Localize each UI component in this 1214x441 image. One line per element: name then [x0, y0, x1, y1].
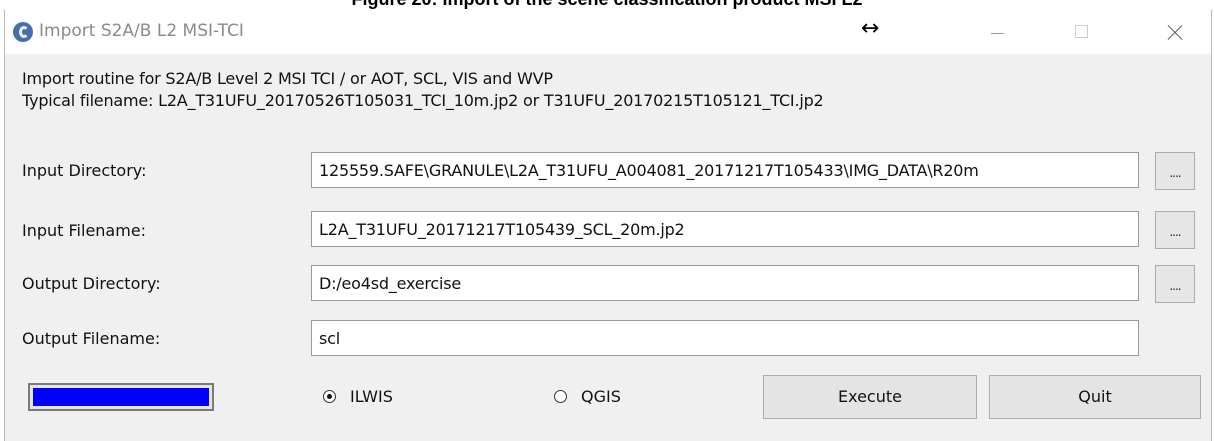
output-directory-field[interactable]: D:/eo4sd_exercise: [311, 265, 1139, 301]
maximize-button[interactable]: [1051, 10, 1111, 54]
radio-option-qgis[interactable]: QGIS: [554, 387, 621, 406]
input-directory-field[interactable]: 125559.SAFE\GRANULE\L2A_T31UFU_A004081_2…: [311, 152, 1139, 188]
progress-fill: [33, 388, 209, 406]
title-bar[interactable]: Import S2A/B L2 MSI-TCI ↔: [5, 10, 1211, 54]
input-filename-browse-button[interactable]: ....: [1155, 211, 1195, 249]
output-filename-label: Output Filename:: [22, 329, 161, 348]
radio-option-ilwis[interactable]: ILWIS: [323, 387, 393, 406]
minimize-button[interactable]: [967, 10, 1027, 54]
output-filename-field[interactable]: scl: [311, 320, 1139, 356]
output-directory-browse-button[interactable]: ....: [1155, 265, 1195, 303]
execute-button[interactable]: Execute: [763, 375, 977, 419]
output-directory-label: Output Directory:: [22, 274, 161, 293]
qgis-radio-button[interactable]: [554, 390, 567, 403]
app-logo-icon: [13, 22, 33, 42]
import-dialog: Import S2A/B L2 MSI-TCI ↔ Import routine…: [4, 10, 1212, 441]
description-line-2: Typical filename: L2A_T31UFU_20170526T10…: [22, 91, 824, 110]
close-button[interactable]: [1145, 10, 1205, 54]
ilwis-radio-label: ILWIS: [350, 387, 393, 406]
input-filename-label: Input Filename:: [22, 221, 147, 240]
input-directory-browse-button[interactable]: ....: [1155, 152, 1195, 190]
window-title: Import S2A/B L2 MSI-TCI: [39, 21, 244, 41]
ilwis-radio-button[interactable]: [323, 390, 336, 403]
input-filename-field[interactable]: L2A_T31UFU_20171217T105439_SCL_20m.jp2: [311, 211, 1139, 247]
quit-button[interactable]: Quit: [989, 375, 1201, 419]
qgis-radio-label: QGIS: [581, 387, 621, 406]
figure-caption: Figure 20: Import of the scene classific…: [0, 0, 1214, 10]
progress-bar: [28, 383, 214, 411]
description-line-1: Import routine for S2A/B Level 2 MSI TCI…: [22, 69, 553, 88]
input-directory-label: Input Directory:: [22, 161, 147, 180]
resize-cursor-icon: ↔: [861, 16, 880, 41]
